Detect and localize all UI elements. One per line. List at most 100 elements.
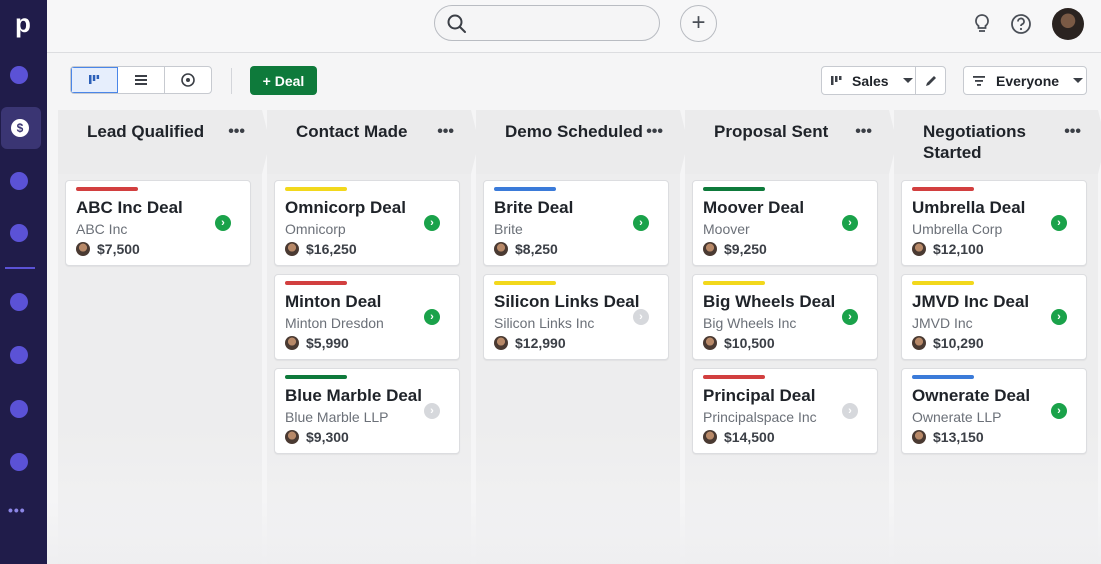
deal-card[interactable]: Brite Deal Brite $8,250 › xyxy=(483,180,669,266)
deal-label-bar xyxy=(285,281,347,285)
deal-label-bar xyxy=(703,375,765,379)
deal-card[interactable]: Omnicorp Deal Omnicorp $16,250 › xyxy=(274,180,460,266)
deal-title[interactable]: Moover Deal xyxy=(703,198,804,218)
nav-leads-icon[interactable] xyxy=(10,66,28,84)
dollar-icon: $ xyxy=(11,119,29,137)
deal-title[interactable]: Umbrella Deal xyxy=(912,198,1025,218)
toolbar-divider xyxy=(231,68,232,94)
nav-contacts-icon[interactable] xyxy=(10,293,28,311)
deal-label-bar xyxy=(76,187,138,191)
nav-marketplace-icon[interactable] xyxy=(10,453,28,471)
add-deal-button[interactable]: + Deal xyxy=(250,66,317,95)
no-activity-icon[interactable]: › xyxy=(842,403,858,419)
nav-deals-item[interactable]: $ xyxy=(1,107,41,149)
scheduled-activity-icon[interactable]: › xyxy=(424,215,440,231)
deal-label-bar xyxy=(912,281,974,285)
person-avatar-icon xyxy=(703,430,717,444)
stage-menu-icon[interactable]: ••• xyxy=(437,123,454,141)
deal-title[interactable]: Silicon Links Deal xyxy=(494,292,640,312)
scheduled-activity-icon[interactable]: › xyxy=(1051,215,1067,231)
pipeline-select[interactable]: Sales xyxy=(821,66,916,95)
no-activity-icon[interactable]: › xyxy=(424,403,440,419)
scheduled-activity-icon[interactable]: › xyxy=(842,215,858,231)
deal-title[interactable]: Brite Deal xyxy=(494,198,573,218)
person-avatar-icon xyxy=(912,336,926,350)
stage-menu-icon[interactable]: ••• xyxy=(646,123,663,141)
nav-mail-icon[interactable] xyxy=(10,172,28,190)
scheduled-activity-icon[interactable]: › xyxy=(424,309,440,325)
pipedrive-logo[interactable]: p xyxy=(8,8,38,38)
pipeline-view-button[interactable] xyxy=(71,67,118,93)
stage-title: Lead Qualified xyxy=(87,122,205,141)
quick-add-button[interactable]: + xyxy=(680,5,717,42)
deal-value: $10,500 xyxy=(724,335,775,351)
top-bar: + xyxy=(47,0,1101,53)
stage-column: Lead Qualified ••• ABC Inc Deal ABC Inc $7,5… xyxy=(58,110,270,564)
more-icon[interactable]: ••• xyxy=(8,502,26,518)
scheduled-activity-icon[interactable]: › xyxy=(842,309,858,325)
deal-card[interactable]: Umbrella Deal Umbrella Corp $12,100 › xyxy=(901,180,1087,266)
person-avatar-icon xyxy=(494,242,508,256)
scheduled-activity-icon[interactable]: › xyxy=(1051,403,1067,419)
deal-title[interactable]: Omnicorp Deal xyxy=(285,198,406,218)
search-input[interactable] xyxy=(434,5,660,41)
kanban-icon xyxy=(89,75,100,84)
edit-pipeline-button[interactable] xyxy=(915,66,946,95)
deal-title[interactable]: Big Wheels Deal xyxy=(703,292,835,312)
deal-label-bar xyxy=(285,187,347,191)
person-avatar-icon xyxy=(912,430,926,444)
deal-card[interactable]: ABC Inc Deal ABC Inc $7,500 › xyxy=(65,180,251,266)
deal-card[interactable]: Big Wheels Deal Big Wheels Inc $10,500 › xyxy=(692,274,878,360)
owner-filter-value: Everyone xyxy=(996,72,1060,89)
deal-organization: Minton Dresdon xyxy=(285,315,384,331)
stage-menu-icon[interactable]: ••• xyxy=(855,123,872,141)
deal-label-bar xyxy=(912,187,974,191)
chevron-down-icon xyxy=(902,78,913,83)
deal-value: $9,250 xyxy=(724,241,767,257)
scheduled-activity-icon[interactable]: › xyxy=(215,215,231,231)
deal-card[interactable]: JMVD Inc Deal JMVD Inc $10,290 › xyxy=(901,274,1087,360)
deal-card[interactable]: Blue Marble Deal Blue Marble LLP $9,300 › xyxy=(274,368,460,454)
forecast-view-button[interactable] xyxy=(165,67,211,93)
deal-value: $10,290 xyxy=(933,335,984,351)
owner-filter-select[interactable]: Everyone xyxy=(963,66,1087,95)
deal-card[interactable]: Principal Deal Principalspace Inc $14,500 › xyxy=(692,368,878,454)
stage-title: Proposal Sent xyxy=(714,122,829,141)
deal-label-bar xyxy=(494,187,556,191)
stage-column: Proposal Sent ••• Moover Deal Moover $9,250 ›… xyxy=(685,110,897,564)
nav-products-icon[interactable] xyxy=(10,400,28,418)
stage-header: Lead Qualified ••• xyxy=(58,110,270,174)
list-icon xyxy=(135,75,147,85)
scheduled-activity-icon[interactable]: › xyxy=(1051,309,1067,325)
stage-title: Negotiations Started xyxy=(923,122,1026,162)
stage-menu-icon[interactable]: ••• xyxy=(1064,123,1081,141)
help-icon[interactable] xyxy=(1010,13,1032,35)
nav-activities-icon[interactable] xyxy=(10,224,28,242)
deal-organization: Silicon Links Inc xyxy=(494,315,595,331)
view-switcher xyxy=(70,66,212,94)
deal-title[interactable]: Principal Deal xyxy=(703,386,815,406)
deal-card[interactable]: Ownerate Deal Ownerate LLP $13,150 › xyxy=(901,368,1087,454)
stage-menu-icon[interactable]: ••• xyxy=(228,123,245,141)
filter-icon xyxy=(973,75,985,86)
deal-title[interactable]: JMVD Inc Deal xyxy=(912,292,1029,312)
deal-organization: Blue Marble LLP xyxy=(285,409,389,425)
stage-header: Contact Made ••• xyxy=(267,110,479,174)
deal-title[interactable]: Minton Deal xyxy=(285,292,381,312)
stage-header: Negotiations Started ••• xyxy=(894,110,1101,174)
deal-card[interactable]: Minton Deal Minton Dresdon $5,990 › xyxy=(274,274,460,360)
deal-title[interactable]: Blue Marble Deal xyxy=(285,386,422,406)
person-avatar-icon xyxy=(285,336,299,350)
list-view-button[interactable] xyxy=(118,67,165,93)
user-avatar[interactable] xyxy=(1052,8,1084,40)
deal-title[interactable]: Ownerate Deal xyxy=(912,386,1030,406)
deal-value: $5,990 xyxy=(306,335,349,351)
scheduled-activity-icon[interactable]: › xyxy=(633,215,649,231)
deal-organization: Principalspace Inc xyxy=(703,409,817,425)
no-activity-icon[interactable]: › xyxy=(633,309,649,325)
nav-insights-icon[interactable] xyxy=(10,346,28,364)
deal-card[interactable]: Moover Deal Moover $9,250 › xyxy=(692,180,878,266)
deal-title[interactable]: ABC Inc Deal xyxy=(76,198,183,218)
deal-card[interactable]: Silicon Links Deal Silicon Links Inc $12,9… xyxy=(483,274,669,360)
lightbulb-icon[interactable] xyxy=(973,13,991,35)
